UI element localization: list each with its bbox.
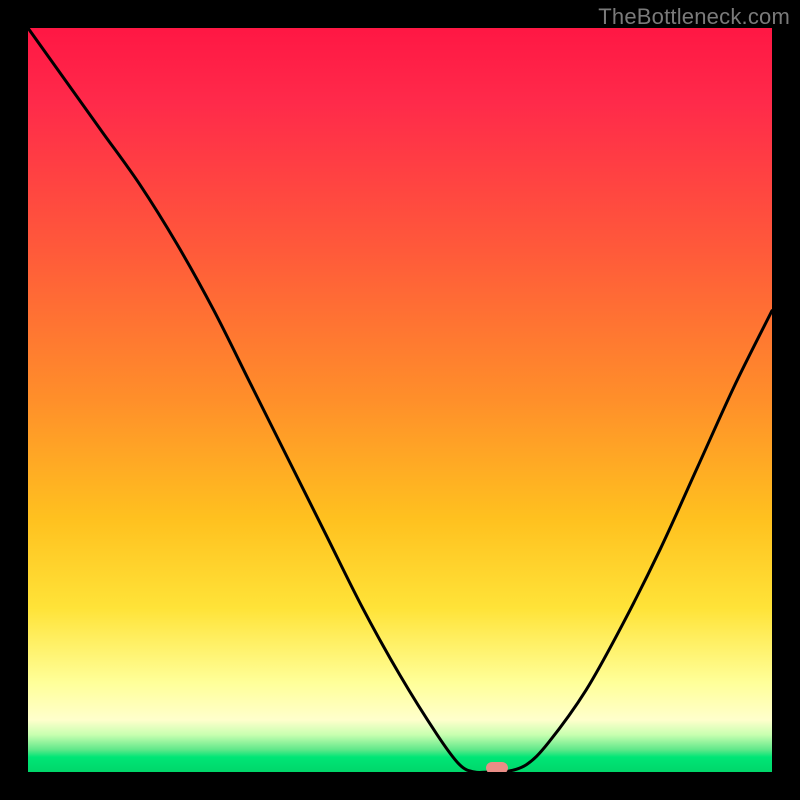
bottleneck-curve: [28, 28, 772, 772]
curve-layer: [28, 28, 772, 772]
optimal-marker: [486, 762, 508, 772]
chart-frame: TheBottleneck.com: [0, 0, 800, 800]
plot-area: [28, 28, 772, 772]
watermark-text: TheBottleneck.com: [598, 4, 790, 30]
